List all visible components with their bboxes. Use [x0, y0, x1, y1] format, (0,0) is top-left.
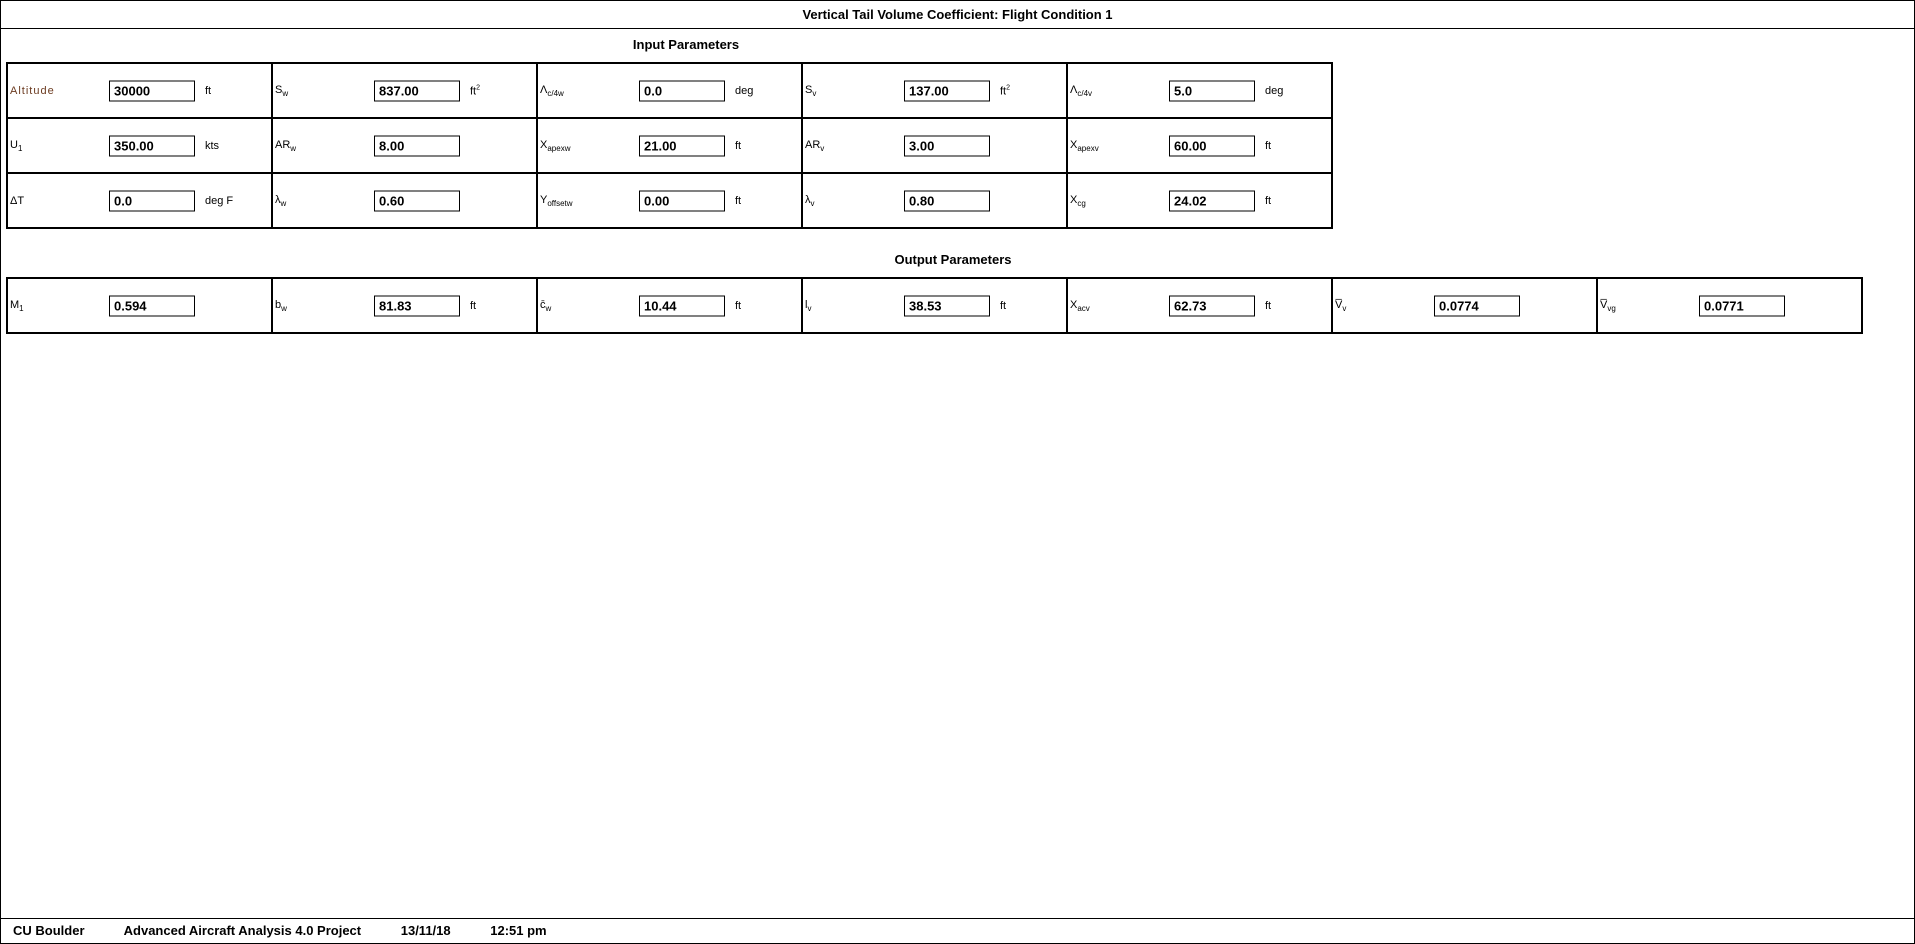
- input-param-cell: Xapexv ft: [1068, 119, 1333, 174]
- input-param-label: Sv: [805, 83, 817, 98]
- input-param-cell: U1 kts: [8, 119, 273, 174]
- output-param-label: M1: [10, 298, 24, 313]
- input-param-label: U1: [10, 138, 23, 153]
- output-param-cell: Xacv ft: [1068, 279, 1333, 334]
- output-param-cell: lv ft: [803, 279, 1068, 334]
- output-param-cell: V̅vg: [1598, 279, 1863, 334]
- input-param-unit: deg: [1265, 84, 1284, 97]
- output-param-unit: ft: [470, 299, 477, 312]
- input-param-label: λw: [275, 193, 287, 208]
- footer-project: Advanced Aircraft Analysis 4.0 Project: [123, 923, 362, 938]
- output-param-label: Xacv: [1070, 298, 1090, 313]
- input-param-cell: ARv: [803, 119, 1068, 174]
- footer-date: 13/11/18: [400, 923, 451, 938]
- input-param-unit: ft: [1265, 194, 1272, 207]
- output-param-label: V̅v: [1335, 298, 1347, 313]
- input-param-cell: Yoffsetw ft: [538, 174, 803, 229]
- footer-divider: [1, 918, 1914, 919]
- input-param-label: Xcg: [1070, 193, 1086, 208]
- output-param-label: lv: [805, 298, 812, 313]
- footer-org: CU Boulder: [13, 923, 85, 938]
- input-param-label: ARw: [275, 138, 297, 153]
- input-param-unit: ft: [735, 194, 742, 207]
- input-param-unit: ft: [735, 139, 742, 152]
- input-param-cell: ARw: [273, 119, 538, 174]
- input-param-value-field[interactable]: [639, 80, 725, 101]
- output-param-value-field[interactable]: [639, 295, 725, 316]
- input-param-unit: ft2: [470, 84, 481, 97]
- status-footer: CU Boulder Advanced Aircraft Analysis 4.…: [13, 923, 583, 938]
- input-param-cell: Xcg ft: [1068, 174, 1333, 229]
- page-title: Vertical Tail Volume Coefficient: Flight…: [1, 1, 1914, 29]
- output-param-value-field[interactable]: [1699, 295, 1785, 316]
- output-param-cell: V̅v: [1333, 279, 1598, 334]
- input-param-value-field[interactable]: [374, 135, 460, 156]
- output-param-value-field[interactable]: [374, 295, 460, 316]
- input-param-value-field[interactable]: [109, 80, 195, 101]
- input-param-cell: Altitude ft: [8, 64, 273, 119]
- output-param-label: V̅vg: [1600, 298, 1616, 313]
- input-param-unit: deg F: [205, 194, 234, 207]
- output-param-unit: ft: [1000, 299, 1007, 312]
- input-param-label: Sw: [275, 83, 289, 98]
- input-param-cell: Sw ft2: [273, 64, 538, 119]
- output-section-title: Output Parameters: [894, 252, 1012, 267]
- output-param-value-field[interactable]: [1169, 295, 1255, 316]
- input-param-cell: λv: [803, 174, 1068, 229]
- input-param-value-field[interactable]: [109, 190, 195, 211]
- input-param-label: Λc/4v: [1070, 83, 1093, 98]
- input-param-value-field[interactable]: [1169, 190, 1255, 211]
- input-param-value-field[interactable]: [109, 135, 195, 156]
- input-param-cell: Λc/4w deg: [538, 64, 803, 119]
- output-param-cell: bw ft: [273, 279, 538, 334]
- input-param-value-field[interactable]: [904, 135, 990, 156]
- input-param-unit: ft: [205, 84, 212, 97]
- output-param-label: c̄w: [540, 298, 552, 313]
- input-param-value-field[interactable]: [1169, 135, 1255, 156]
- footer-time: 12:51 pm: [490, 923, 547, 938]
- input-param-label: λv: [805, 193, 815, 208]
- output-parameters-grid: M1 bw ft c̄w ft lv ft Xacv ft V̅v V̅vg: [6, 277, 1863, 334]
- input-param-cell: λw: [273, 174, 538, 229]
- input-param-value-field[interactable]: [1169, 80, 1255, 101]
- output-param-cell: M1: [8, 279, 273, 334]
- input-param-cell: ΔT deg F: [8, 174, 273, 229]
- input-param-label: Xapexv: [1070, 138, 1099, 153]
- output-param-value-field[interactable]: [904, 295, 990, 316]
- input-param-unit: ft: [1265, 139, 1272, 152]
- output-param-value-field[interactable]: [1434, 295, 1520, 316]
- output-param-value-field[interactable]: [109, 295, 195, 316]
- output-param-cell: c̄w ft: [538, 279, 803, 334]
- input-param-unit: ft2: [1000, 84, 1011, 97]
- input-param-label: Altitude: [10, 84, 55, 97]
- input-param-cell: Λc/4v deg: [1068, 64, 1333, 119]
- input-param-value-field[interactable]: [639, 135, 725, 156]
- input-param-unit: kts: [205, 139, 220, 152]
- input-param-value-field[interactable]: [904, 190, 990, 211]
- input-param-unit: deg: [735, 84, 754, 97]
- input-param-value-field[interactable]: [374, 190, 460, 211]
- output-param-label: bw: [275, 298, 287, 313]
- input-param-label: ARv: [805, 138, 825, 153]
- input-param-label: Xapexw: [540, 138, 571, 153]
- input-param-cell: Xapexw ft: [538, 119, 803, 174]
- input-param-value-field[interactable]: [374, 80, 460, 101]
- main-window: Vertical Tail Volume Coefficient: Flight…: [0, 0, 1915, 944]
- output-param-unit: ft: [735, 299, 742, 312]
- input-parameters-grid: Altitude ft Sw ft2 Λc/4w deg Sv ft2 Λc/4v deg U1 kt…: [6, 62, 1333, 229]
- output-param-unit: ft: [1265, 299, 1272, 312]
- input-param-label: Yoffsetw: [540, 193, 573, 208]
- input-param-cell: Sv ft2: [803, 64, 1068, 119]
- input-section-title: Input Parameters: [632, 37, 740, 52]
- input-param-label: Λc/4w: [540, 83, 564, 98]
- input-param-value-field[interactable]: [639, 190, 725, 211]
- input-param-label: ΔT: [10, 194, 25, 207]
- input-param-value-field[interactable]: [904, 80, 990, 101]
